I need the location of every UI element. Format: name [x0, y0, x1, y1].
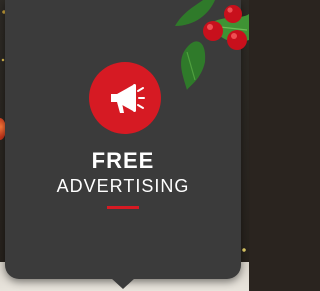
megaphone-badge — [89, 62, 161, 134]
card-title: FREE — [91, 148, 155, 173]
card-subtitle: ADVERTISING — [56, 176, 190, 196]
megaphone-icon — [111, 84, 145, 113]
holly-decoration-icon — [175, 0, 249, 90]
title-underline — [107, 206, 139, 209]
